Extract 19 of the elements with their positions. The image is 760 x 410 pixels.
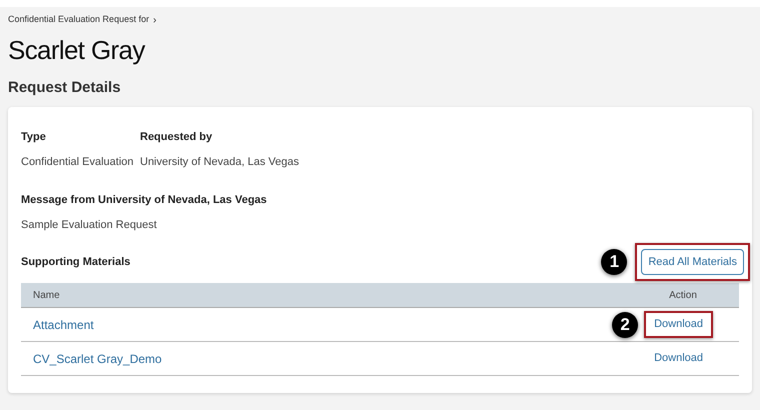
field-value: Sample Evaluation Request <box>21 218 158 232</box>
file-link[interactable]: CV_Scarlet Gray_Demo <box>33 350 644 368</box>
column-header: Action <box>668 288 698 302</box>
step-number-badge: 1 <box>601 249 628 275</box>
page-title: Scarlet Gray <box>7 35 146 65</box>
read-all-materials-button[interactable]: Read All Materials <box>641 249 744 275</box>
field-value: Confidential Evaluation <box>21 154 135 170</box>
step-number-badge: 2 <box>612 312 638 338</box>
field-label: Supporting Materials <box>21 254 130 270</box>
download-link[interactable]: Download <box>652 350 705 367</box>
field-label: Type <box>21 130 47 145</box>
breadcrumb-link[interactable]: Confidential Evaluation Request for <box>8 13 150 27</box>
file-link[interactable]: Attachment <box>33 316 612 334</box>
chevron-icon: › <box>153 12 156 28</box>
column-header: Name <box>33 288 61 302</box>
field-label: Requested by <box>140 130 214 145</box>
section-title: Request Details <box>7 79 122 97</box>
field-label: Message from University of Nevada, Las Vegas <box>21 193 268 208</box>
field-value: University of Nevada, Las Vegas <box>140 154 299 170</box>
